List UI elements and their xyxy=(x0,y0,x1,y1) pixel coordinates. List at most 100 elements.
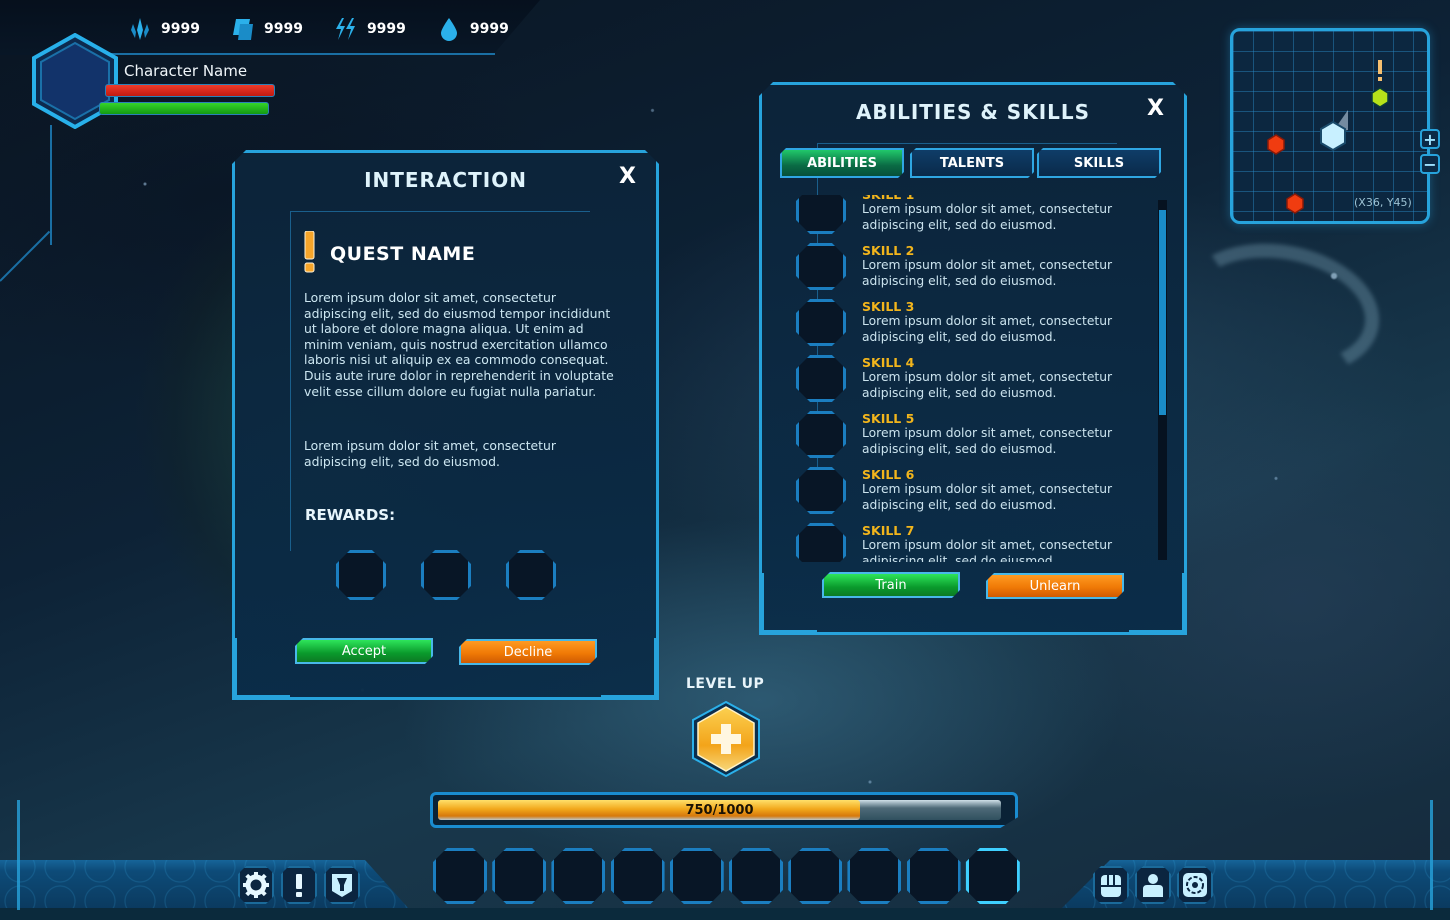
quests-exclamation-icon xyxy=(285,871,313,899)
quest-description-secondary: Lorem ipsum dolor sit amet, consectetur … xyxy=(304,438,556,469)
resource-value: 9999 xyxy=(161,21,200,37)
train-button[interactable]: Train xyxy=(822,572,960,598)
achievements-cup-icon xyxy=(328,871,356,899)
experience-text: 750/1000 xyxy=(685,802,754,818)
skill-name: SKILL 1 xyxy=(862,195,914,202)
skill-description: Lorem ipsum dolor sit amet, consectetur … xyxy=(862,314,1113,344)
close-abilities-button[interactable]: X xyxy=(1147,96,1164,121)
interaction-panel: INTERACTION X xyxy=(232,150,659,700)
panel-corner xyxy=(1129,573,1185,633)
settings-button[interactable] xyxy=(238,866,274,904)
skill-item[interactable]: SKILL 1Lorem ipsum dolor sit amet, conse… xyxy=(790,195,1150,243)
reward-slot[interactable] xyxy=(421,550,471,600)
skill-icon-slot[interactable] xyxy=(796,355,846,402)
minimap-coordinates: (X36, Y45) xyxy=(1354,196,1412,209)
hotbar-slot[interactable] xyxy=(551,848,605,904)
settings-gear-icon xyxy=(242,871,270,899)
player-marker xyxy=(1320,120,1346,152)
decline-button[interactable]: Decline xyxy=(459,639,597,665)
resource-value: 9999 xyxy=(263,21,303,37)
planet-ring xyxy=(1170,228,1390,392)
level-up-label: LEVEL UP xyxy=(686,676,765,692)
skill-name: SKILL 4 xyxy=(862,355,915,370)
hotbar-slot[interactable] xyxy=(433,848,487,904)
rewards-label: REWARDS: xyxy=(305,506,396,524)
energy-icon xyxy=(335,18,355,40)
skills-list: SKILL 1Lorem ipsum dolor sit amet, conse… xyxy=(790,195,1150,562)
skill-item[interactable]: SKILL 5 Lorem ipsum dolor sit amet, conse… xyxy=(790,411,1150,467)
skill-description: Lorem ipsum dolor sit amet, consectetur … xyxy=(862,370,1113,400)
tab-abilities[interactable]: ABILITIES xyxy=(780,148,904,178)
tab-talents[interactable]: TALENTS xyxy=(910,148,1034,178)
hotbar-slot[interactable] xyxy=(670,848,724,904)
skill-item[interactable]: SKILL 3 Lorem ipsum dolor sit amet, conse… xyxy=(790,299,1150,355)
character-profile-icon xyxy=(1139,871,1167,899)
inventory-button[interactable] xyxy=(1093,866,1129,904)
skill-description: Lorem ipsum dolor sit amet, consectetur … xyxy=(862,202,1113,232)
quest-exclamation-icon xyxy=(304,231,315,273)
interaction-title: INTERACTION xyxy=(364,168,527,192)
skill-icon-slot[interactable] xyxy=(796,299,846,346)
skill-description: Lorem ipsum dolor sit amet, consectetur … xyxy=(862,482,1113,512)
resource-water: 9999 xyxy=(436,16,509,42)
skill-name: SKILL 2 xyxy=(862,243,915,258)
health-bar xyxy=(105,84,275,97)
skill-name: SKILL 3 xyxy=(862,299,915,314)
character-button[interactable] xyxy=(1135,866,1171,904)
hotbar-slot[interactable] xyxy=(788,848,842,904)
resource-value: 9999 xyxy=(366,21,406,37)
unlearn-button[interactable]: Unlearn xyxy=(986,573,1124,599)
hotbar-slot[interactable] xyxy=(729,848,783,904)
level-up-button[interactable] xyxy=(691,700,761,778)
hotbar-slot[interactable] xyxy=(611,848,665,904)
quests-button[interactable] xyxy=(281,866,317,904)
enemy-marker xyxy=(1267,134,1285,155)
skill-description: Lorem ipsum dolor sit amet, consectetur … xyxy=(862,258,1113,288)
skill-name: SKILL 5 xyxy=(862,411,915,426)
quest-marker xyxy=(1371,87,1389,108)
accept-button[interactable]: Accept xyxy=(295,638,433,664)
skill-description: Lorem ipsum dolor sit amet, consectetur … xyxy=(862,426,1113,456)
hotbar-slot[interactable] xyxy=(966,848,1020,904)
achievements-button[interactable] xyxy=(324,866,360,904)
hotbar-slot[interactable] xyxy=(907,848,961,904)
quest-description: Lorem ipsum dolor sit amet, consectetur … xyxy=(304,290,614,399)
resource-bar-divider xyxy=(100,53,495,55)
minimap-zoom-in-button[interactable]: + xyxy=(1420,129,1440,149)
portal-vortex-icon xyxy=(1181,871,1209,899)
skill-item[interactable]: SKILL 7 Lorem ipsum dolor sit amet, conse… xyxy=(790,523,1150,562)
reward-slot[interactable] xyxy=(336,550,386,600)
skill-icon-slot[interactable] xyxy=(796,523,846,562)
skill-name: SKILL 7 xyxy=(862,523,915,538)
hotbar-slot[interactable] xyxy=(492,848,546,904)
skills-scrollbar-thumb[interactable] xyxy=(1159,210,1166,415)
panel-corner xyxy=(761,573,817,633)
skill-icon-slot[interactable] xyxy=(796,195,846,234)
character-name: Character Name xyxy=(124,62,248,80)
skill-icon-slot[interactable] xyxy=(796,243,846,290)
hotbar-slot[interactable] xyxy=(847,848,901,904)
quest-name: QUEST NAME xyxy=(330,243,476,265)
skill-icon-slot[interactable] xyxy=(796,467,846,514)
experience-track: 750/1000 xyxy=(438,800,1001,820)
bottom-hud-strip xyxy=(0,908,1450,920)
resource-card: 9999 xyxy=(230,16,303,42)
skill-item[interactable]: SKILL 2 Lorem ipsum dolor sit amet, conse… xyxy=(790,243,1150,299)
skill-item[interactable]: SKILL 6 Lorem ipsum dolor sit amet, conse… xyxy=(790,467,1150,523)
skill-item[interactable]: SKILL 4 Lorem ipsum dolor sit amet, conse… xyxy=(790,355,1150,411)
panel-corner xyxy=(234,638,290,698)
close-interaction-button[interactable]: X xyxy=(619,164,636,189)
abilities-title: ABILITIES & SKILLS xyxy=(855,100,1091,124)
crystal-icon xyxy=(131,18,149,40)
panel-corner xyxy=(601,638,657,698)
quest-exclamation-icon xyxy=(1378,60,1382,74)
water-drop-icon xyxy=(440,18,457,41)
portal-button[interactable] xyxy=(1177,866,1213,904)
minimap-markers xyxy=(1267,60,1389,214)
minimap-zoom-out-button[interactable]: − xyxy=(1420,154,1440,174)
reward-slot[interactable] xyxy=(506,550,556,600)
skill-icon-slot[interactable] xyxy=(796,411,846,458)
resource-list: 9999 9999 9999 9999 xyxy=(127,16,509,42)
tab-skills[interactable]: SKILLS xyxy=(1037,148,1161,178)
skill-description: Lorem ipsum dolor sit amet, consectetur … xyxy=(862,538,1113,562)
